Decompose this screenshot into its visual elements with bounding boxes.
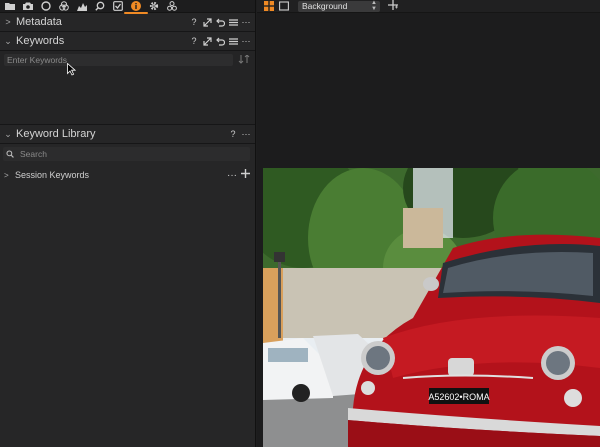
- more-icon[interactable]: ···: [227, 170, 237, 181]
- tool-tab-exposure[interactable]: [74, 0, 90, 13]
- add-icon[interactable]: [241, 169, 250, 181]
- search-icon: [6, 150, 14, 158]
- tool-tab-lens[interactable]: [38, 0, 54, 13]
- chevron-down-icon[interactable]: ⌄: [3, 36, 13, 47]
- camera-icon: [23, 2, 33, 10]
- tool-tab-output[interactable]: [146, 0, 162, 13]
- keywords-title: Keywords: [16, 35, 65, 47]
- tool-tab-color[interactable]: [56, 0, 72, 13]
- tool-tabs: [0, 0, 255, 14]
- tool-tab-batch[interactable]: [164, 0, 180, 13]
- histogram-icon: [77, 3, 87, 11]
- folder-icon: [5, 3, 15, 10]
- reset-icon[interactable]: [215, 17, 225, 27]
- tool-tab-metadata[interactable]: [124, 0, 148, 14]
- single-view-icon[interactable]: [278, 1, 289, 12]
- reset-icon[interactable]: [215, 36, 225, 46]
- more-icon[interactable]: ···: [241, 36, 251, 46]
- updown-arrows-icon: ▲ ▼: [371, 0, 377, 12]
- background-select-value: Background: [302, 1, 348, 11]
- keywords-section-header[interactable]: ⌄ Keywords ? ···: [0, 32, 255, 51]
- search-icon: [95, 1, 105, 11]
- gear-icon: [149, 1, 159, 11]
- expand-icon[interactable]: [202, 17, 212, 27]
- help-icon[interactable]: ?: [228, 129, 238, 139]
- color-balance-icon: [59, 1, 69, 11]
- checklist-icon: [113, 1, 123, 11]
- keyword-library-title: Keyword Library: [16, 128, 96, 140]
- session-keywords-label: Session Keywords: [15, 170, 90, 180]
- sort-icon[interactable]: [237, 53, 251, 66]
- viewer-toolbar: Background ▲ ▼: [257, 0, 600, 13]
- viewer-area: Background ▲ ▼ A52602•ROMA: [257, 0, 600, 447]
- list-icon[interactable]: [228, 36, 238, 46]
- chevron-right-icon[interactable]: >: [4, 171, 13, 180]
- keyword-library-section-header[interactable]: ⌄ Keyword Library ? ···: [0, 125, 255, 144]
- metadata-title: Metadata: [16, 16, 62, 28]
- image-preview[interactable]: A52602•ROMA: [263, 168, 600, 447]
- red-car-photo: A52602•ROMA: [263, 168, 600, 447]
- tools-panel: > Metadata ? ··· ⌄ Keywords ? ··· Enter …: [0, 0, 256, 447]
- tool-tab-library[interactable]: [2, 0, 18, 13]
- metadata-section-header[interactable]: > Metadata ? ···: [0, 13, 255, 32]
- library-search-input[interactable]: [14, 149, 250, 159]
- circle-icon: [41, 1, 51, 11]
- keywords-body: [0, 51, 255, 125]
- more-icon[interactable]: ···: [241, 129, 251, 139]
- chevron-down-icon[interactable]: ⌄: [3, 129, 13, 140]
- background-select[interactable]: Background ▲ ▼: [298, 0, 380, 12]
- chevron-right-icon[interactable]: >: [3, 17, 13, 27]
- expand-icon[interactable]: [202, 36, 212, 46]
- license-plate: A52602•ROMA: [428, 392, 489, 402]
- info-icon: [131, 1, 141, 11]
- mouse-cursor-icon: [67, 63, 76, 76]
- tool-tab-adjustments[interactable]: [110, 0, 126, 13]
- tool-tab-capture[interactable]: [20, 0, 36, 13]
- help-icon[interactable]: ?: [189, 17, 199, 27]
- list-icon[interactable]: [228, 17, 238, 27]
- add-variant-icon[interactable]: [388, 0, 398, 13]
- enter-keywords-input[interactable]: [4, 54, 233, 66]
- session-keywords-row[interactable]: > Session Keywords ···: [0, 167, 255, 183]
- more-icon[interactable]: ···: [241, 17, 251, 27]
- library-search: [3, 147, 250, 161]
- grid-view-icon[interactable]: [263, 1, 274, 12]
- tool-tab-details[interactable]: [92, 0, 108, 13]
- adjustments-icon: [167, 1, 177, 11]
- help-icon[interactable]: ?: [189, 36, 199, 46]
